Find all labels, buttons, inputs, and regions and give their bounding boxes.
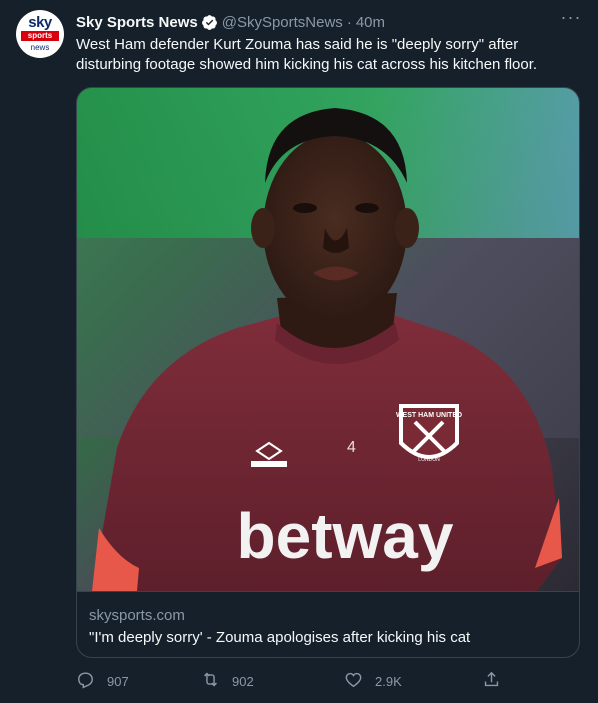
card-meta[interactable]: skysports.com "I'm deeply sorry' - Zouma… — [77, 591, 579, 657]
display-name[interactable]: Sky Sports News — [76, 14, 198, 31]
shirt-sponsor: betway — [237, 500, 454, 572]
retweet-button[interactable]: 902 — [201, 668, 254, 694]
share-icon — [482, 670, 513, 692]
tweet-text: West Ham defender Kurt Zouma has said he… — [76, 36, 538, 73]
crest-text-bottom: LONDON — [418, 457, 440, 463]
tweet-header: Sky Sports News @SkySportsNews · 40m — [76, 12, 385, 32]
reply-icon — [76, 670, 107, 692]
crest-text-top: WEST HAM UNITED — [396, 412, 462, 419]
avatar-logo-news: news — [30, 43, 50, 52]
like-icon — [344, 670, 375, 692]
handle[interactable]: @SkySportsNews — [222, 14, 343, 31]
card-image: 4 WEST HAM UNITED LONDON betway — [77, 88, 579, 591]
like-count: 2.9K — [375, 673, 402, 689]
action-bar: 907 902 2.9K — [76, 668, 576, 694]
like-button[interactable]: 2.9K — [344, 668, 402, 694]
card-domain: skysports.com — [89, 607, 185, 624]
reply-count: 907 — [107, 673, 129, 689]
card-title: "I'm deeply sorry' - Zouma apologises af… — [89, 629, 471, 646]
verified-badge-icon — [201, 14, 218, 31]
separator-dot: · — [346, 13, 352, 31]
more-icon[interactable]: ··· — [560, 8, 582, 30]
link-card[interactable]: 4 WEST HAM UNITED LONDON betway skysport… — [76, 87, 580, 658]
tweet[interactable]: sky sports news Sky Sports News @SkySpor… — [0, 0, 598, 703]
avatar[interactable]: sky sports news — [16, 10, 64, 58]
avatar-logo-sports: sports — [21, 31, 59, 41]
shirt-number: 4 — [347, 439, 356, 456]
avatar-logo-sky: sky — [28, 14, 52, 31]
retweet-icon — [201, 670, 232, 692]
reply-button[interactable]: 907 — [76, 668, 129, 694]
share-button[interactable] — [482, 668, 513, 694]
timestamp[interactable]: 40m — [356, 14, 385, 31]
retweet-count: 902 — [232, 673, 254, 689]
